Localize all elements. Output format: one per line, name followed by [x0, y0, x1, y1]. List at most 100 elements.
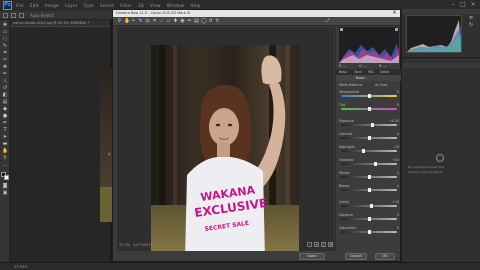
slider-thumb[interactable] [367, 94, 371, 98]
eraser-tool-icon[interactable]: ◧ [2, 93, 8, 98]
menu-item-filter[interactable]: Filter [120, 3, 132, 8]
slider-value[interactable]: 0 [397, 171, 399, 175]
slider-value[interactable]: +24 [392, 158, 399, 162]
cr-adjustment-brush-icon[interactable]: ✏ [187, 19, 192, 24]
marquee-tool-icon[interactable]: ▭ [2, 30, 8, 35]
cr-fullscreen-icon[interactable]: ⤢ [325, 19, 330, 24]
slider-whites[interactable]: Whites 0 [339, 171, 399, 180]
cr-spot-removal-icon[interactable]: ✚ [173, 19, 178, 24]
slider-value[interactable]: +0.35 [389, 119, 399, 123]
slider-contrast[interactable]: Contrast 0 [339, 132, 399, 141]
tab-basic[interactable]: Basic [339, 70, 347, 74]
camera-raw-preview-area[interactable]: WAKANA EXCLUSIVE SECRET SALE [117, 27, 334, 259]
clone-stamp-icon[interactable]: ⊥ [2, 79, 8, 84]
slider-value[interactable]: 0 [397, 184, 399, 188]
slider-thumb[interactable] [367, 230, 371, 234]
slider-highlights[interactable]: Highlights -19 [339, 145, 399, 154]
slider-exposure[interactable]: Exposure +0.35 [339, 119, 399, 128]
slider-thumb[interactable] [367, 188, 371, 192]
cr-radial-filter-icon[interactable]: ◯ [201, 19, 207, 24]
slider-saturation[interactable]: Saturation 0 [339, 226, 399, 235]
document-tab[interactable]: nanny-photo-0101.jpg @ 33.3% (RGB/8#) * [10, 20, 110, 27]
background-color-swatch[interactable] [4, 175, 9, 180]
refresh-icon[interactable]: ↻ [469, 23, 476, 28]
slider-tint[interactable]: Tint 0 [339, 103, 399, 112]
menu-item-type[interactable]: Type [84, 3, 94, 8]
cr-graduated-filter-icon[interactable]: ▤ [194, 19, 199, 24]
path-select-icon[interactable]: ➤ [2, 135, 8, 140]
crop-tool-icon[interactable]: ⌗ [2, 51, 8, 56]
tab-detail[interactable]: Detail [380, 70, 389, 74]
slider-track[interactable] [341, 124, 397, 126]
cr-zoom-in-button[interactable]: + [314, 242, 319, 247]
slider-thumb[interactable] [367, 217, 371, 221]
shape-tool-icon[interactable]: ▬ [2, 142, 8, 147]
open-image-button[interactable]: Open [299, 253, 325, 260]
menu-item-view[interactable]: View [150, 3, 161, 8]
slider-thumb[interactable] [367, 175, 371, 179]
slider-value[interactable]: 0 [397, 226, 399, 230]
cr-rotate-ccw-icon[interactable]: ↺ [208, 19, 213, 24]
white-balance-row[interactable]: White Balance: As Shot [339, 83, 399, 89]
auto-select-checkbox[interactable] [19, 13, 24, 18]
cr-zoom-icon[interactable]: ⚲ [117, 19, 122, 24]
move-tool-icon[interactable]: ✥ [2, 23, 8, 28]
cr-straighten-icon[interactable]: ⟋ [159, 19, 164, 24]
adjustments-panel-tabs[interactable] [402, 63, 480, 68]
slider-thumb[interactable] [367, 136, 371, 140]
slider-thumb[interactable] [370, 123, 374, 127]
hand-tool-icon[interactable]: ✋ [2, 149, 8, 154]
slider-track[interactable] [341, 205, 397, 207]
slider-value[interactable]: 0 [397, 90, 399, 94]
more-tools-icon[interactable]: … [2, 163, 8, 168]
minimize-icon[interactable]: – [450, 2, 456, 8]
tool-preset-icon[interactable] [11, 13, 16, 18]
slider-vibrance[interactable]: Vibrance 0 [339, 213, 399, 222]
dialog-close-icon[interactable]: × [392, 10, 397, 16]
history-brush-icon[interactable]: ↺ [2, 86, 8, 91]
dodge-tool-icon[interactable]: ● [2, 114, 8, 119]
healing-brush-icon[interactable]: ✚ [2, 65, 8, 70]
menu-item-layer[interactable]: Layer [65, 3, 78, 8]
collapse-arrow-icon[interactable]: ‹ [108, 152, 111, 158]
cancel-button[interactable]: Cancel [345, 253, 367, 260]
cr-color-sampler-icon[interactable]: ✎ [138, 19, 143, 24]
slider-temperature[interactable]: Temperature 0 [339, 90, 399, 99]
type-tool-icon[interactable]: T [2, 128, 8, 133]
lasso-tool-icon[interactable]: ◌ [2, 37, 8, 42]
quick-mask-icon[interactable]: ◙ [2, 184, 8, 189]
slider-track[interactable] [341, 150, 397, 152]
zoom-tool-icon[interactable]: ⚲ [2, 156, 8, 161]
cr-white-balance-icon[interactable]: ✑ [131, 19, 136, 24]
slider-thumb[interactable] [370, 204, 374, 208]
menu-item-select[interactable]: Select [100, 3, 114, 8]
tab-tone[interactable]: Tone [354, 70, 361, 74]
maximize-icon[interactable]: □ [460, 2, 466, 8]
menu-item-3d[interactable]: 3D [138, 3, 144, 8]
cr-target-adjust-icon[interactable]: ◎ [145, 19, 150, 24]
quick-select-tool-icon[interactable]: ✎ [2, 44, 8, 49]
cr-transform-icon[interactable]: ▱ [166, 19, 171, 24]
slider-track[interactable] [341, 163, 397, 165]
slider-clarity[interactable]: Clarity +10 [339, 200, 399, 209]
blur-tool-icon[interactable]: ◆ [2, 107, 8, 112]
tab-hsl[interactable]: HSL [368, 70, 374, 74]
cr-hand-icon[interactable]: ✋ [124, 19, 130, 24]
menu-item-file[interactable]: File [16, 3, 24, 8]
cr-compare-view-button[interactable]: ▯ [321, 242, 326, 247]
slider-value[interactable]: 0 [397, 103, 399, 107]
brush-tool-icon[interactable]: ✏ [2, 72, 8, 77]
screen-mode-icon[interactable]: ▣ [2, 191, 8, 196]
ok-button[interactable]: OK [375, 253, 395, 260]
slider-thumb[interactable] [361, 149, 365, 153]
cr-zoom-level[interactable]: 33.3% [119, 243, 130, 247]
close-icon[interactable]: × [470, 2, 476, 8]
white-balance-select[interactable]: As Shot [375, 83, 387, 87]
eyedropper-tool-icon[interactable]: ✑ [2, 58, 8, 63]
document-zoom-status[interactable]: 33.33% [14, 265, 27, 269]
slider-thumb[interactable] [374, 162, 378, 166]
slider-thumb[interactable] [367, 107, 371, 111]
menu-item-edit[interactable]: Edit [30, 3, 39, 8]
menu-item-image[interactable]: Image [45, 3, 59, 8]
menu-item-help[interactable]: Help [190, 3, 200, 8]
